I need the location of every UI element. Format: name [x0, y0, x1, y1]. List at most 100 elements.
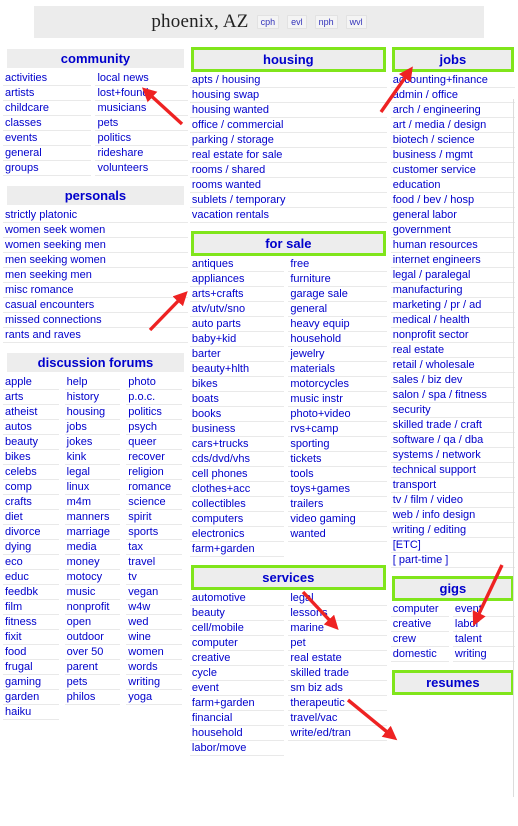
link-education[interactable]: education: [390, 178, 515, 193]
link-wed[interactable]: wed: [126, 615, 182, 630]
link-parking-storage[interactable]: parking / storage: [189, 133, 387, 148]
link-legal-paralegal[interactable]: legal / paralegal: [390, 268, 515, 283]
link-household[interactable]: household: [189, 726, 285, 741]
link-medical-health[interactable]: medical / health: [390, 313, 515, 328]
link-garden[interactable]: garden: [3, 690, 59, 705]
link-divorce[interactable]: divorce: [3, 525, 59, 540]
link-childcare[interactable]: childcare: [3, 101, 92, 116]
link-m4m[interactable]: m4m: [64, 495, 121, 510]
link-photo-video[interactable]: photo+video: [288, 407, 387, 422]
link-crew[interactable]: crew: [390, 632, 449, 647]
link-recover[interactable]: recover: [126, 450, 182, 465]
link-open[interactable]: open: [64, 615, 121, 630]
nearby-link-nph[interactable]: nph: [314, 15, 338, 29]
section-header-jobs[interactable]: jobs: [391, 47, 515, 72]
link-activities[interactable]: activities: [3, 71, 92, 86]
link-housing-swap[interactable]: housing swap: [189, 88, 387, 103]
link-rideshare[interactable]: rideshare: [95, 146, 188, 161]
link-religion[interactable]: religion: [126, 465, 182, 480]
link-electronics[interactable]: electronics: [189, 527, 285, 542]
link-volunteers[interactable]: volunteers: [95, 161, 188, 176]
link-fixit[interactable]: fixit: [3, 630, 59, 645]
link-jewelry[interactable]: jewelry: [288, 347, 387, 362]
link-event[interactable]: event: [189, 681, 285, 696]
link-women[interactable]: women: [126, 645, 182, 660]
link-politics[interactable]: politics: [95, 131, 188, 146]
link-free[interactable]: free: [288, 257, 387, 272]
link-web-info-design[interactable]: web / info design: [390, 508, 515, 523]
link-legal[interactable]: legal: [288, 591, 387, 606]
link-artists[interactable]: artists: [3, 86, 92, 101]
link-sporting[interactable]: sporting: [288, 437, 387, 452]
nearby-link-wvl[interactable]: wvl: [345, 15, 367, 29]
link-words[interactable]: words: [126, 660, 182, 675]
link-beauty[interactable]: beauty: [3, 435, 59, 450]
link-etc[interactable]: [ETC]: [390, 538, 515, 553]
link-real-estate[interactable]: real estate: [390, 343, 515, 358]
link-materials[interactable]: materials: [288, 362, 387, 377]
link-queer[interactable]: queer: [126, 435, 182, 450]
link-farm-garden[interactable]: farm+garden: [189, 696, 285, 711]
link-travel-vac[interactable]: travel/vac: [288, 711, 387, 726]
link-money[interactable]: money: [64, 555, 121, 570]
link-technical-support[interactable]: technical support: [390, 463, 515, 478]
link-casual-encounters[interactable]: casual encounters: [3, 298, 188, 313]
link-jokes[interactable]: jokes: [64, 435, 121, 450]
link-cds-dvd-vhs[interactable]: cds/dvd/vhs: [189, 452, 285, 467]
link-pets[interactable]: pets: [64, 675, 121, 690]
link-missed-connections[interactable]: missed connections: [3, 313, 188, 328]
link-trailers[interactable]: trailers: [288, 497, 387, 512]
link-business-mgmt[interactable]: business / mgmt: [390, 148, 515, 163]
link-sublets-temporary[interactable]: sublets / temporary: [189, 193, 387, 208]
link-nonprofit[interactable]: nonprofit: [64, 600, 121, 615]
section-header-resumes[interactable]: resumes: [391, 670, 515, 695]
link-accounting-finance[interactable]: accounting+finance: [390, 73, 515, 88]
link-general-labor[interactable]: general labor: [390, 208, 515, 223]
section-header-housing[interactable]: housing: [190, 47, 386, 72]
nearby-link-evl[interactable]: evl: [287, 15, 307, 29]
link-real-estate-for-sale[interactable]: real estate for sale: [189, 148, 387, 163]
nearby-link-cph[interactable]: cph: [256, 15, 280, 29]
link-travel[interactable]: travel: [126, 555, 182, 570]
link-customer-service[interactable]: customer service: [390, 163, 515, 178]
link-women-seeking-men[interactable]: women seeking men: [3, 238, 188, 253]
link-financial[interactable]: financial: [189, 711, 285, 726]
link-creative[interactable]: creative: [189, 651, 285, 666]
link-photo[interactable]: photo: [126, 375, 182, 390]
link-crafts[interactable]: crafts: [3, 495, 59, 510]
link-skilled-trade[interactable]: skilled trade: [288, 666, 387, 681]
link-marriage[interactable]: marriage: [64, 525, 121, 540]
link-yoga[interactable]: yoga: [126, 690, 182, 705]
link-biotech-science[interactable]: biotech / science: [390, 133, 515, 148]
link-clothes-acc[interactable]: clothes+acc: [189, 482, 285, 497]
link-film[interactable]: film: [3, 600, 59, 615]
link-real-estate[interactable]: real estate: [288, 651, 387, 666]
link-dying[interactable]: dying: [3, 540, 59, 555]
link-writing[interactable]: writing: [126, 675, 182, 690]
link-help[interactable]: help: [64, 375, 121, 390]
link-events[interactable]: events: [3, 131, 92, 146]
link-skilled-trade-craft[interactable]: skilled trade / craft: [390, 418, 515, 433]
link-legal[interactable]: legal: [64, 465, 121, 480]
link-rvs-camp[interactable]: rvs+camp: [288, 422, 387, 437]
link-history[interactable]: history: [64, 390, 121, 405]
link-auto-parts[interactable]: auto parts: [189, 317, 285, 332]
link-romance[interactable]: romance: [126, 480, 182, 495]
link-software-qa-dba[interactable]: software / qa / dba: [390, 433, 515, 448]
link-outdoor[interactable]: outdoor: [64, 630, 121, 645]
link-business[interactable]: business: [189, 422, 285, 437]
link-linux[interactable]: linux: [64, 480, 121, 495]
link-human-resources[interactable]: human resources: [390, 238, 515, 253]
link-misc-romance[interactable]: misc romance: [3, 283, 188, 298]
link-housing-wanted[interactable]: housing wanted: [189, 103, 387, 118]
link-classes[interactable]: classes: [3, 116, 92, 131]
link-apts-housing[interactable]: apts / housing: [189, 73, 387, 88]
link-fitness[interactable]: fitness: [3, 615, 59, 630]
link-systems-network[interactable]: systems / network: [390, 448, 515, 463]
link-internet-engineers[interactable]: internet engineers: [390, 253, 515, 268]
link-manufacturing[interactable]: manufacturing: [390, 283, 515, 298]
link-music[interactable]: music: [64, 585, 121, 600]
link-transport[interactable]: transport: [390, 478, 515, 493]
link-educ[interactable]: educ: [3, 570, 59, 585]
link-sports[interactable]: sports: [126, 525, 182, 540]
